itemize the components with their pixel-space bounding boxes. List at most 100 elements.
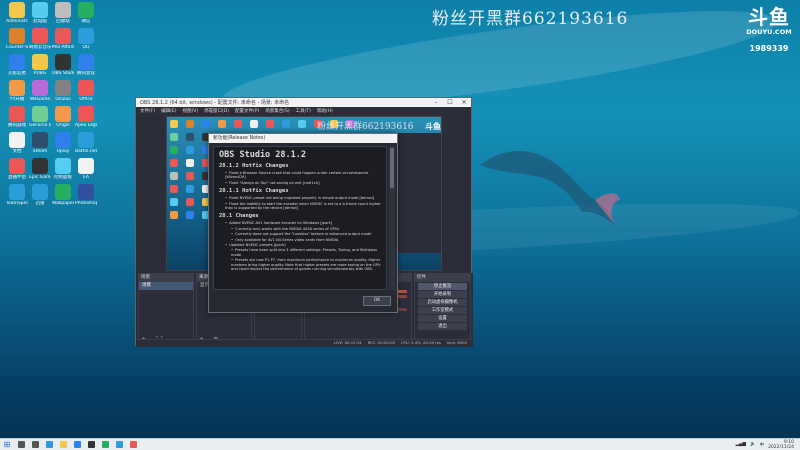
desktop-icon[interactable]: 腾讯游戏 — [6, 106, 28, 128]
menu-item[interactable]: 文件(F) — [140, 108, 155, 114]
desktop-icon[interactable]: 网易云音乐 — [29, 28, 51, 50]
live-icon — [9, 158, 25, 174]
desktop-icon[interactable]: 火影忍者 — [6, 54, 28, 76]
taskbar-app-button[interactable] — [126, 440, 140, 450]
menu-item[interactable]: 工具(T) — [296, 108, 311, 114]
wechat-icon — [78, 2, 94, 18]
desktop-icon-label: 回收站 — [56, 19, 70, 24]
ok-button[interactable]: OK — [363, 296, 391, 306]
menu-item[interactable]: 配置文件(P) — [235, 108, 259, 114]
stop-streaming-button[interactable]: 停止推流 — [418, 283, 467, 290]
desktop-icon[interactable]: 迅雷 — [29, 184, 51, 206]
obs-taskbar-icon — [87, 441, 95, 448]
settings-button[interactable]: 设置 — [418, 315, 467, 322]
desktop-icon[interactable]: Counter-Strike Global Off... — [6, 28, 28, 50]
desktop-icon[interactable]: 控制面板 — [52, 158, 74, 180]
preview-mini-icon — [186, 146, 194, 154]
steam-icon — [32, 132, 48, 148]
release-notes-content[interactable]: OBS Studio 28.1.2 28.1.2 Hotfix Changes F… — [213, 146, 387, 290]
desktop-icon[interactable]: Battle.net — [75, 132, 97, 154]
taskbar-app-button[interactable] — [42, 440, 56, 450]
preview-mini-icon — [298, 120, 306, 128]
desktop-icon[interactable]: Wallpaper — [52, 184, 74, 206]
douyu-room-number: 1989339 — [749, 44, 789, 53]
live-status: LIVE: 00:12:34 — [333, 340, 362, 345]
scenes-dock-title: 场景 — [139, 274, 193, 282]
desktop-icon[interactable]: Uplay — [52, 132, 74, 154]
release-note-item: Currently does not support the "Lossless… — [219, 232, 381, 236]
desktop-icon[interactable]: Origin — [52, 106, 74, 128]
taskbar-app-button[interactable] — [84, 440, 98, 450]
taskbar-app-button[interactable] — [56, 440, 70, 450]
taskbar: ⊞ ▂▄▆ 🔈 中 9:10 2022/11/24 — [0, 438, 800, 450]
desktop-icon[interactable]: Office — [75, 80, 97, 102]
studio-mode-button[interactable]: 工作室模式 — [418, 307, 467, 314]
menu-item[interactable]: 编辑(E) — [161, 108, 176, 114]
desktop-icon[interactable]: PUBG — [29, 54, 51, 76]
preview-mini-icon — [186, 185, 194, 193]
desktop-icon[interactable]: TeamSpeak — [6, 184, 28, 206]
maximize-icon[interactable]: ☐ — [443, 99, 457, 106]
photoshop-icon — [78, 184, 94, 200]
menu-item[interactable]: 场景集合(S) — [265, 108, 289, 114]
taskbar-app-button[interactable] — [98, 440, 112, 450]
windows-start-icon[interactable]: ⊞ — [0, 440, 14, 449]
release-notes-scrollbar[interactable] — [389, 146, 395, 290]
desktop-icon-label: 腾讯游戏 — [8, 123, 26, 128]
obs-window-title: OBS 28.1.2 (64 bit, windows) - 配置文件: 未命名… — [140, 100, 290, 106]
desktop-icon-label: Photoshop — [75, 201, 97, 206]
desktop-icon[interactable]: 直播伴侣 — [6, 158, 28, 180]
preview-mini-icon — [170, 211, 178, 219]
desktop-icon[interactable]: 文档 — [6, 132, 28, 154]
volume-icon[interactable]: 🔈 — [750, 442, 756, 447]
desktop-icon[interactable]: GeForce Experience — [29, 106, 51, 128]
cpu-status: CPU: 2.4%, 60.00 fps — [400, 340, 441, 345]
game-icon — [9, 54, 25, 70]
virtual-camera-button[interactable]: 启动虚拟摄像机 — [418, 299, 467, 306]
desktop-icon[interactable]: MSI Afterburner — [52, 28, 74, 50]
desktop-icon[interactable]: 腾讯会议 — [75, 54, 97, 76]
network-icon[interactable]: ▂▄▆ — [736, 442, 746, 447]
menu-item[interactable]: 停靠窗口(D) — [204, 108, 229, 114]
minimize-icon[interactable]: – — [429, 99, 443, 106]
desktop-icon[interactable]: Steam — [29, 132, 51, 154]
scene-item[interactable]: 场景 — [139, 282, 193, 290]
release-notes-dialog[interactable]: 新功能(Release Notes) OBS Studio 28.1.2 28.… — [208, 133, 398, 313]
desktop-icon[interactable]: Administrator — [6, 2, 28, 24]
douyu-logo: 斗鱼 DOUYU.COM 1989339 — [744, 6, 794, 53]
desktop-icon[interactable]: 微信 — [75, 2, 97, 24]
store-icon — [73, 441, 81, 448]
taskbar-app-button[interactable] — [28, 440, 42, 450]
desktop-icon[interactable]: QQ — [75, 28, 97, 50]
desktop-icon[interactable]: 此电脑 — [29, 2, 51, 24]
preview-mini-icon — [170, 146, 178, 154]
desktop-icon-label: 文档 — [12, 149, 22, 154]
desktop-icon-label: MSI Afterburner — [52, 45, 74, 50]
desktop-icon[interactable]: 回收站 — [52, 2, 74, 24]
release-note-item: Fixed a Browser Source crash that could … — [219, 171, 381, 180]
battlenet-icon — [78, 132, 94, 148]
menu-item[interactable]: 视图(V) — [182, 108, 198, 114]
input-language[interactable]: 中 — [760, 442, 765, 448]
desktop-icon[interactable]: YY开播 — [6, 80, 28, 102]
start-recording-button[interactable]: 开始录制 — [418, 291, 467, 298]
obs-title-bar[interactable]: OBS 28.1.2 (64 bit, windows) - 配置文件: 未命名… — [136, 98, 471, 107]
desktop-icon[interactable]: Photoshop — [75, 184, 97, 206]
desktop-icon[interactable]: Oculus — [52, 80, 74, 102]
close-icon[interactable]: ✕ — [457, 99, 471, 106]
controls-dock: 控件 停止推流 开始录制 启动虚拟摄像机 工作室模式 设置 退出 — [414, 273, 471, 345]
desktop-icon[interactable]: Epic Games — [29, 158, 51, 180]
preview-mini-icon — [170, 159, 178, 167]
desktop-icon[interactable]: Apex Legends — [75, 106, 97, 128]
desktop-icon[interactable]: WeGame — [29, 80, 51, 102]
taskbar-app-button[interactable] — [112, 440, 126, 450]
menu-item[interactable]: 帮助(H) — [317, 108, 333, 114]
desktop-icon-label: 迅雷 — [35, 201, 45, 206]
taskbar-app-button[interactable] — [70, 440, 84, 450]
desktop-icon[interactable]: EA — [75, 158, 97, 180]
clock[interactable]: 9:10 2022/11/24 — [768, 440, 794, 450]
desktop-icon[interactable]: OBS Studio — [52, 54, 74, 76]
exit-button[interactable]: 退出 — [418, 323, 467, 330]
release-notes-section-title: 28.1 Changes — [219, 213, 259, 220]
taskbar-app-button[interactable] — [14, 440, 28, 450]
